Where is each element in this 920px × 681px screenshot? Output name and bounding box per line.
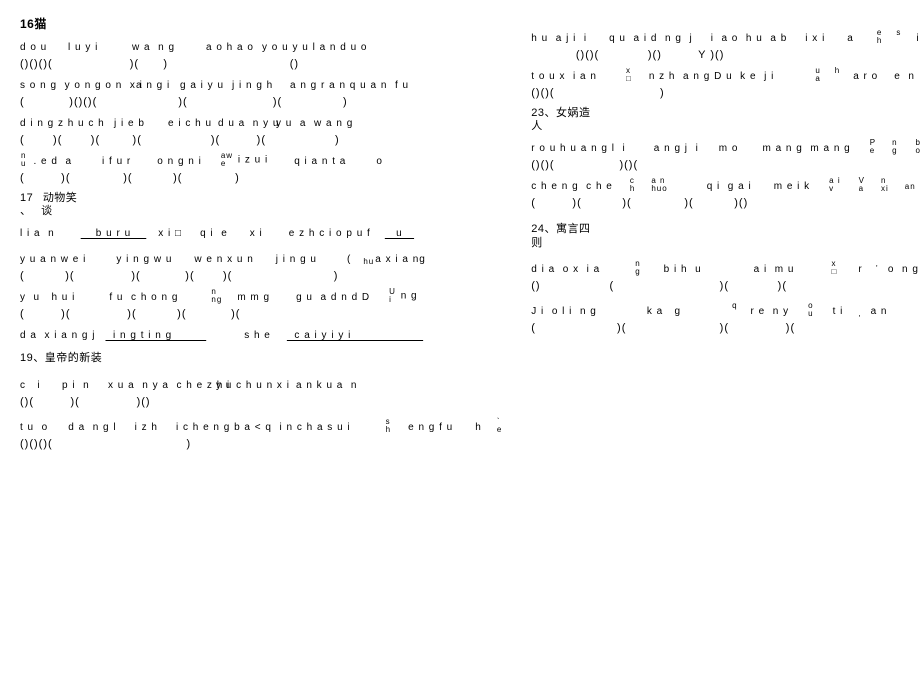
pinyin-row: c ip i nx u a n y a c h e z h iy u c h u… (20, 376, 511, 392)
pinyin-row: t u od a n g li z hi c h e n g b a < q i… (20, 418, 511, 434)
paren-row: ()()( )()( (531, 159, 920, 171)
txt: 谈 (41, 205, 53, 217)
left-column: 16猫 d o ul u y iw a n ga o h a oy o u y … (10, 15, 521, 450)
pinyin-row: l i a n b u r u x i □q i ex ie z h c i o… (20, 224, 511, 240)
lesson-16-title: 16猫 (20, 15, 511, 32)
pinyin-row: y u a n w e iy i n g w uw e n x u nj i n… (20, 250, 511, 266)
txt: 动物笑 (43, 192, 78, 204)
paren-row: ( )( )( )( )( ) (20, 270, 511, 282)
lesson-19-title: 19、皇帝的新装 (20, 352, 511, 365)
paren-row: ( )( )( )( )( (20, 308, 511, 320)
paren-row: ()()()( ) (20, 438, 511, 450)
pinyin-row: h u a j i iq u a i d n g ji a o h u a bi… (531, 29, 920, 45)
lesson-23-title: 23、女娲造 人 (531, 107, 920, 133)
txt: 人 (531, 120, 543, 132)
lesson-24-title: 24、寓言四 则 (531, 223, 920, 249)
paren-row: ()()( ) (531, 87, 920, 99)
right-column: h u a j i iq u a i d n g ji a o h u a bi… (521, 15, 920, 450)
paren-row: () ( )( )( (531, 280, 920, 292)
pinyin-row: J i o l i n gk a gq r e n yout i ,a n (531, 302, 920, 318)
pinyin-row: t o u x i a nx□n z h a n g D u k e j iua… (531, 67, 920, 83)
pinyin-row: nu. e d ai f u ro n g n iawe i z u iq i … (20, 152, 511, 168)
txt: 24、寓言四 (531, 223, 590, 235)
pinyin-row: y u h u if u c h o n gnngm m gg u a d n … (20, 288, 511, 304)
paren-row: ()()( )() Y )() (531, 49, 920, 61)
punc: 、 (20, 205, 32, 217)
pinyin-row: d o ul u y iw a n ga o h a oy o u y u l … (20, 38, 511, 54)
paren-row: ( )( )( )( )() (531, 197, 920, 209)
paren-row: ( )( )( )( ) (20, 172, 511, 184)
pinyin-row: s o n g y o n g o n x ia n g ig a i y uj… (20, 76, 511, 92)
pinyin-row: d i a o x i angb i h ua i m ux□r, o n g (531, 260, 920, 276)
paren-row: ( )( )( )( (531, 322, 920, 334)
txt: 23、女娲造 (531, 107, 590, 119)
pinyin-row: r o u h u a n g l ia n g j im om a n g m… (531, 139, 920, 155)
paren-row: ( )()()( )( )( ) (20, 96, 511, 108)
paren-row: ( )( )( )( )( )( ) (20, 134, 511, 146)
txt: 则 (531, 237, 543, 249)
paren-row: ()()()( )( ) () (20, 58, 511, 70)
lesson-17-title: 17 动物笑 、 谈 (20, 192, 511, 218)
pinyin-row: d a x i a n g j i n g t i n g s h e c a … (20, 326, 511, 342)
page: 16猫 d o ul u y iw a n ga o h a oy o u y … (0, 0, 920, 465)
pinyin-row: c h e n g c h echa nhuoq i g a im e i ka… (531, 177, 920, 193)
num: 17 (20, 192, 33, 204)
paren-row: ()( )( )() (20, 396, 511, 408)
pinyin-row: d i n g z hu c hj i e be i c h ud u a n … (20, 114, 511, 130)
